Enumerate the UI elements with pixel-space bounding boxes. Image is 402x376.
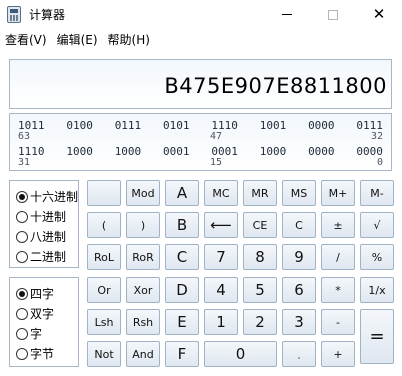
key-6[interactable]: 6 <box>282 277 316 303</box>
radio-checked-icon <box>16 287 28 300</box>
key-decimal[interactable]: . <box>282 341 316 367</box>
key-equals[interactable]: = <box>360 309 394 364</box>
key-clear-entry[interactable]: CE <box>243 212 277 238</box>
key-divide[interactable]: / <box>321 244 355 270</box>
key-ms[interactable]: MS <box>282 180 316 206</box>
radio-dword[interactable]: 双字 <box>16 305 54 322</box>
window-title: 计算器 <box>29 8 66 22</box>
key-hex-f[interactable]: F <box>165 341 199 367</box>
menu-bar: 查看(V) 编辑(E) 帮助(H) <box>0 29 402 49</box>
key-not[interactable]: Not <box>87 341 121 367</box>
key-hex-d[interactable]: D <box>165 277 199 303</box>
key-m-minus[interactable]: M- <box>360 180 394 206</box>
key-backspace[interactable]: ⟵ <box>204 212 238 238</box>
key-8[interactable]: 8 <box>243 244 277 270</box>
key-3[interactable]: 3 <box>282 309 316 335</box>
bit-positions-low: 31 15 0 <box>18 157 383 169</box>
menu-view[interactable]: 查看(V) <box>0 31 52 48</box>
key-7[interactable]: 7 <box>204 244 238 270</box>
key-percent[interactable]: % <box>360 244 394 270</box>
radio-label: 二进制 <box>30 250 67 264</box>
radio-oct[interactable]: 八进制 <box>16 228 66 245</box>
bit-position: 0 <box>376 157 383 168</box>
key-right-paren[interactable]: ) <box>126 212 160 238</box>
radio-unchecked-icon <box>16 230 28 243</box>
radio-label: 十进制 <box>30 210 67 224</box>
radio-label: 字节 <box>30 347 55 361</box>
radio-label: 八进制 <box>30 230 67 244</box>
bit-position: 32 <box>370 131 383 142</box>
bit-position: 47 <box>210 131 223 142</box>
key-clear[interactable]: C <box>282 212 316 238</box>
key-mod[interactable]: Mod <box>126 180 160 206</box>
radio-checked-icon <box>16 190 28 203</box>
key-blank[interactable] <box>87 180 121 206</box>
bit-position: 63 <box>18 131 31 142</box>
key-subtract[interactable]: - <box>321 309 355 335</box>
word-size-group: 四字 双字 字 字节 <box>9 277 79 367</box>
radio-hex[interactable]: 十六进制 <box>16 188 78 205</box>
minimize-icon <box>282 14 292 15</box>
key-mc[interactable]: MC <box>204 180 238 206</box>
key-hex-b[interactable]: B <box>165 212 199 238</box>
radio-bin[interactable]: 二进制 <box>16 248 66 265</box>
radio-word[interactable]: 字 <box>16 325 42 342</box>
key-0[interactable]: 0 <box>204 341 277 367</box>
key-rsh[interactable]: Rsh <box>126 309 160 335</box>
key-1[interactable]: 1 <box>204 309 238 335</box>
title-bar: 计算器 ✕ <box>0 0 402 29</box>
key-ror[interactable]: RoR <box>126 244 160 270</box>
bit-position: 31 <box>18 157 31 168</box>
key-hex-e[interactable]: E <box>165 309 199 335</box>
base-mode-group: 十六进制 十进制 八进制 二进制 <box>9 180 79 268</box>
key-2[interactable]: 2 <box>243 309 277 335</box>
radio-dec[interactable]: 十进制 <box>16 208 66 225</box>
key-5[interactable]: 5 <box>243 277 277 303</box>
radio-unchecked-icon <box>16 327 28 340</box>
result-display: B475E907E8811800 <box>9 59 392 109</box>
close-button[interactable]: ✕ <box>356 0 402 29</box>
key-multiply[interactable]: * <box>321 277 355 303</box>
menu-edit[interactable]: 编辑(E) <box>52 31 103 48</box>
radio-label: 四字 <box>30 287 55 301</box>
radio-unchecked-icon <box>16 250 28 263</box>
radio-unchecked-icon <box>16 307 28 320</box>
close-icon: ✕ <box>372 5 386 23</box>
radio-label: 十六进制 <box>30 190 79 204</box>
key-lsh[interactable]: Lsh <box>87 309 121 335</box>
key-sqrt[interactable]: √ <box>360 212 394 238</box>
maximize-icon <box>328 9 338 20</box>
radio-qword[interactable]: 四字 <box>16 285 54 302</box>
key-xor[interactable]: Xor <box>126 277 160 303</box>
radio-byte[interactable]: 字节 <box>16 345 54 362</box>
key-9[interactable]: 9 <box>282 244 316 270</box>
bit-display: 1011 0100 0111 0101 1110 1001 0000 0111 … <box>9 113 392 171</box>
key-4[interactable]: 4 <box>204 277 238 303</box>
menu-help[interactable]: 帮助(H) <box>103 31 155 48</box>
key-mr[interactable]: MR <box>243 180 277 206</box>
radio-label: 字 <box>30 327 43 341</box>
key-or[interactable]: Or <box>87 277 121 303</box>
radio-label: 双字 <box>30 307 55 321</box>
key-and[interactable]: And <box>126 341 160 367</box>
radio-unchecked-icon <box>16 210 28 223</box>
key-plus-minus[interactable]: ± <box>321 212 355 238</box>
key-m-plus[interactable]: M+ <box>321 180 355 206</box>
maximize-button[interactable] <box>310 0 356 29</box>
key-hex-c[interactable]: C <box>165 244 199 270</box>
key-reciprocal[interactable]: 1/x <box>360 277 394 303</box>
key-hex-a[interactable]: A <box>165 180 199 206</box>
bit-positions-high: 63 47 32 <box>18 131 383 143</box>
calculator-icon <box>7 6 21 23</box>
key-add[interactable]: + <box>321 341 355 367</box>
key-left-paren[interactable]: ( <box>87 212 121 238</box>
bit-position: 15 <box>210 157 223 168</box>
radio-unchecked-icon <box>16 347 28 360</box>
minimize-button[interactable] <box>264 0 310 29</box>
key-rol[interactable]: RoL <box>87 244 121 270</box>
display-value: B475E907E8811800 <box>164 74 387 98</box>
